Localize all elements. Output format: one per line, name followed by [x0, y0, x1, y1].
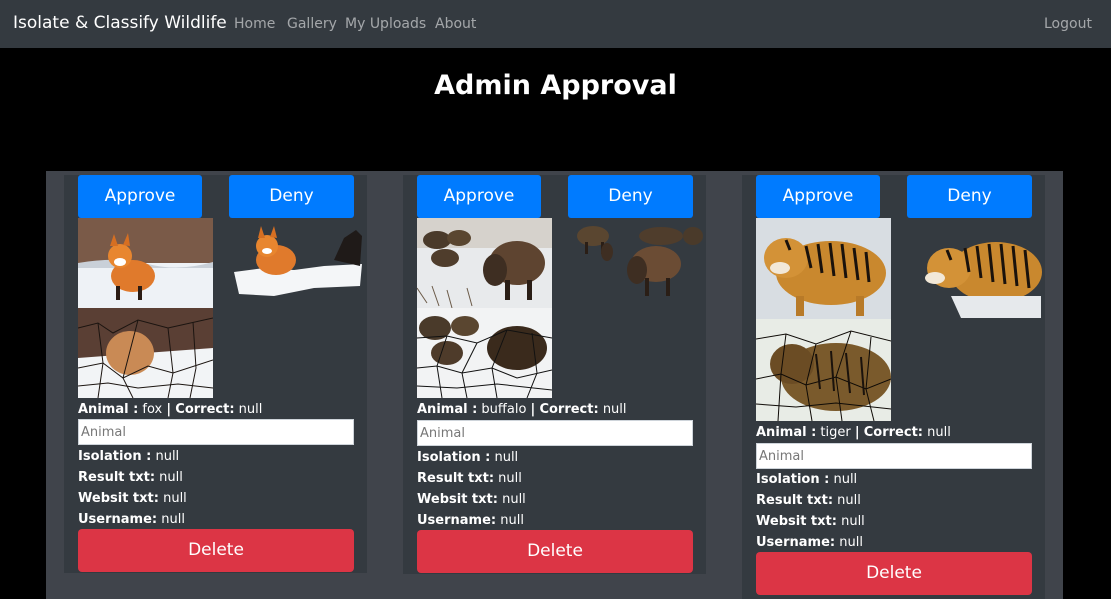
nav-gallery[interactable]: Gallery — [287, 16, 337, 32]
approve-button[interactable]: Approve — [78, 175, 202, 218]
original-image — [78, 218, 213, 308]
correct-value: null — [927, 425, 951, 440]
animal-line: Animal : buffalo | Correct: null — [417, 402, 627, 417]
isolated-image — [571, 222, 703, 300]
result-line: Result txt: null — [756, 493, 861, 508]
isolation-line: Isolation : null — [417, 450, 519, 465]
isolation-line: Isolation : null — [78, 449, 180, 464]
delete-button[interactable]: Delete — [417, 530, 693, 573]
animal-line: Animal : fox | Correct: null — [78, 402, 263, 417]
website-line: Websit txt: null — [78, 491, 187, 506]
brand[interactable]: Isolate & Classify Wildlife — [13, 13, 227, 33]
result-line: Result txt: null — [78, 470, 183, 485]
animal-value: tiger — [820, 425, 851, 440]
website-line: Websit txt: null — [756, 514, 865, 529]
result-line: Result txt: null — [417, 471, 522, 486]
username-line: Username: null — [417, 513, 524, 528]
approve-button[interactable]: Approve — [417, 175, 541, 218]
nav-my-uploads[interactable]: My Uploads — [345, 16, 426, 32]
website-line: Websit txt: null — [417, 492, 526, 507]
delete-button[interactable]: Delete — [78, 529, 354, 572]
deny-button[interactable]: Deny — [229, 175, 354, 218]
delete-button[interactable]: Delete — [756, 552, 1032, 595]
navbar: Isolate & Classify Wildlife Home Gallery… — [0, 0, 1111, 48]
nav-about[interactable]: About — [435, 16, 476, 32]
deny-button[interactable]: Deny — [907, 175, 1032, 218]
segmentation-image — [78, 308, 213, 398]
isolation-line: Isolation : null — [756, 472, 858, 487]
original-image — [417, 218, 552, 308]
animal-value: buffalo — [481, 402, 527, 417]
correct-value: null — [238, 402, 263, 417]
username-line: Username: null — [78, 512, 185, 527]
animal-input[interactable] — [78, 419, 354, 445]
segmentation-image — [417, 308, 552, 398]
isolated-image — [234, 226, 364, 298]
approve-button[interactable]: Approve — [756, 175, 880, 218]
isolated-image — [921, 232, 1042, 318]
username-line: Username: null — [756, 535, 863, 550]
page-title: Admin Approval — [434, 70, 677, 101]
animal-input[interactable] — [417, 420, 693, 446]
original-image — [756, 218, 891, 319]
segmentation-image — [756, 319, 891, 421]
nav-logout[interactable]: Logout — [1044, 16, 1092, 32]
animal-input[interactable] — [756, 443, 1032, 469]
animal-line: Animal : tiger | Correct: null — [756, 425, 951, 440]
correct-value: null — [602, 402, 627, 417]
nav-home[interactable]: Home — [234, 16, 275, 32]
animal-value: fox — [142, 402, 163, 417]
deny-button[interactable]: Deny — [568, 175, 693, 218]
